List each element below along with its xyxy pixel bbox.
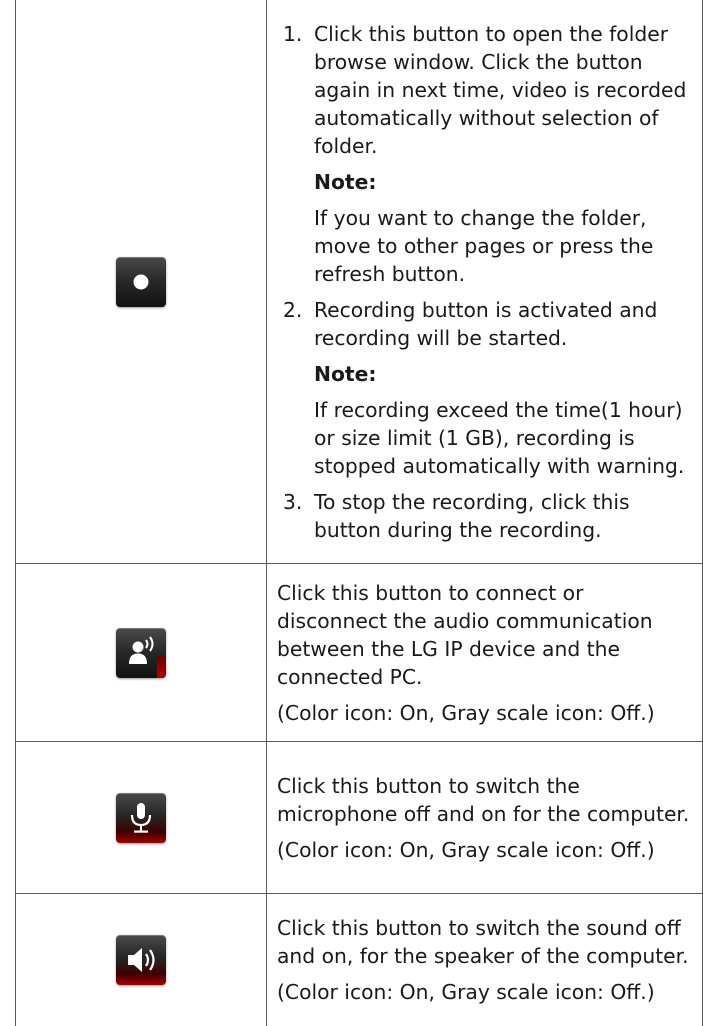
step-number: 1.	[283, 20, 302, 48]
step-text: To stop the recording, click this button…	[314, 488, 694, 544]
list-item: 1. Click this button to open the folder …	[283, 20, 694, 288]
audio-communication-button[interactable]	[116, 628, 166, 678]
microphone-button[interactable]	[116, 793, 166, 843]
icon-cell-audio	[16, 564, 267, 742]
audio-status-note: (Color icon: On, Gray scale icon: Off.)	[277, 699, 694, 727]
speaker-status-note: (Color icon: On, Gray scale icon: Off.)	[277, 978, 694, 1006]
note-text: If recording exceed the time(1 hour) or …	[314, 396, 694, 480]
audio-communication-icon	[116, 628, 166, 678]
table-row-speaker: Click this button to switch the sound of…	[16, 894, 703, 1026]
note-text: If you want to change the folder, move t…	[314, 204, 694, 288]
record-icon	[116, 257, 166, 307]
mic-text: Click this button to switch the micropho…	[277, 772, 694, 828]
table-row-record: 1. Click this button to open the folder …	[16, 0, 703, 564]
mic-description: Click this button to switch the micropho…	[267, 742, 703, 894]
audio-text: Click this button to connect or disconne…	[277, 579, 694, 691]
icon-cell-mic	[16, 742, 267, 894]
step-number: 2.	[283, 296, 302, 324]
icon-cell-record	[16, 0, 267, 564]
speaker-icon	[116, 935, 166, 985]
table-row-audio: Click this button to connect or disconne…	[16, 564, 703, 742]
record-button[interactable]	[116, 257, 166, 307]
step-number: 3.	[283, 488, 302, 516]
note-title: Note:	[314, 360, 694, 388]
microphone-icon	[116, 793, 166, 843]
speaker-button[interactable]	[116, 935, 166, 985]
list-item: 2. Recording button is activated and rec…	[283, 296, 694, 480]
record-steps: 1. Click this button to open the folder …	[277, 20, 694, 544]
speaker-text: Click this button to switch the sound of…	[277, 914, 694, 970]
icon-cell-speaker	[16, 894, 267, 1026]
mic-status-note: (Color icon: On, Gray scale icon: Off.)	[277, 836, 694, 864]
list-item: 3. To stop the recording, click this but…	[283, 488, 694, 544]
note-title: Note:	[314, 168, 694, 196]
audio-description: Click this button to connect or disconne…	[267, 564, 703, 742]
button-description-table: 1. Click this button to open the folder …	[15, 0, 703, 1026]
step-text: Recording button is activated and record…	[314, 296, 694, 352]
record-description: 1. Click this button to open the folder …	[267, 0, 703, 564]
step-text: Click this button to open the folder bro…	[314, 20, 694, 160]
table-row-mic: Click this button to switch the micropho…	[16, 742, 703, 894]
speaker-description: Click this button to switch the sound of…	[267, 894, 703, 1026]
manual-page: 1. Click this button to open the folder …	[0, 0, 703, 953]
